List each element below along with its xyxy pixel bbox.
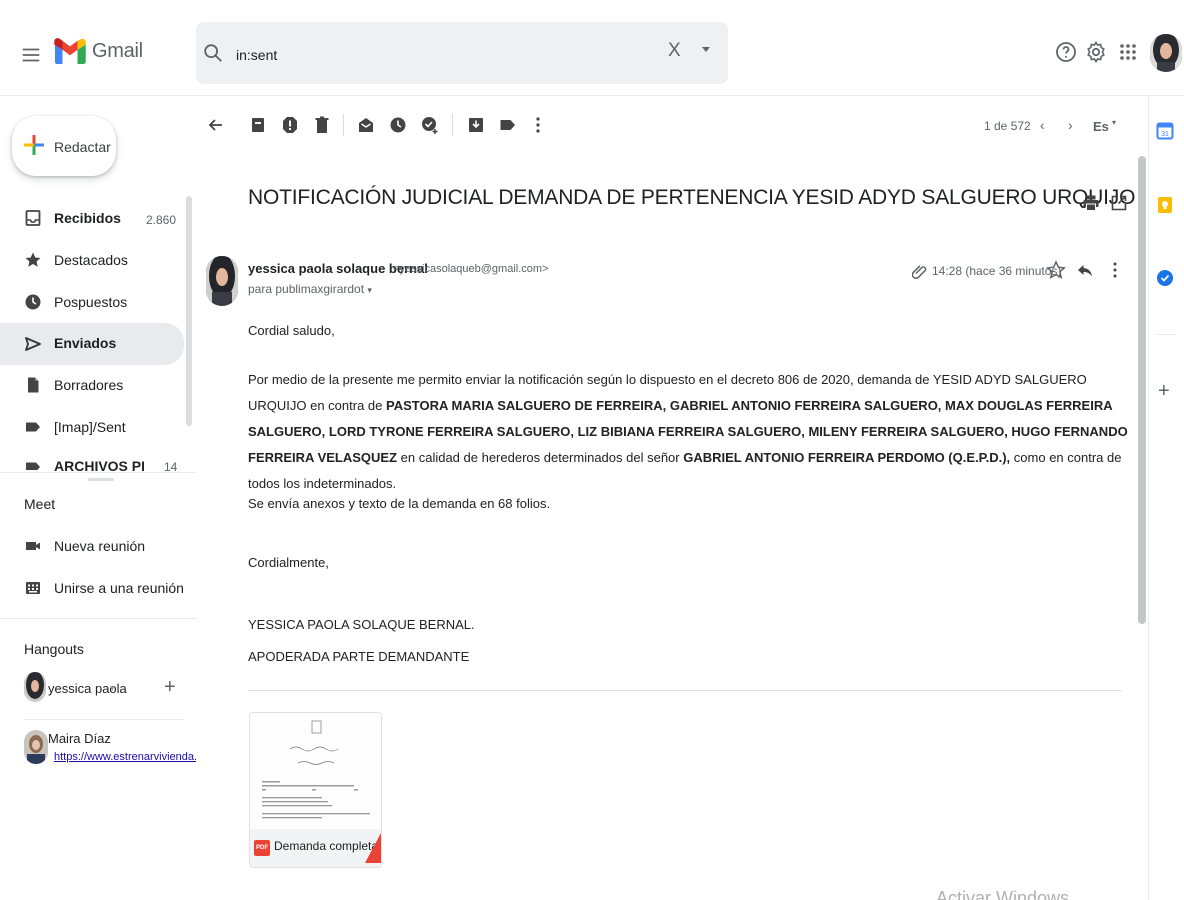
sidebar-scrollbar[interactable] [186, 196, 192, 426]
contact-status-link[interactable]: https://www.estrenarvivienda.com/vi [54, 751, 196, 763]
main-menu-icon[interactable] [20, 44, 42, 66]
label-tag-icon[interactable] [498, 115, 518, 135]
help-icon[interactable] [1054, 40, 1078, 64]
email-subject: NOTIFICACIÓN JUDICIAL DEMANDA DE PERTENE… [248, 186, 1136, 209]
delete-icon[interactable] [312, 115, 332, 135]
contact-avatar[interactable] [24, 730, 48, 764]
unread-count: 2.860 [146, 213, 177, 227]
report-spam-icon[interactable] [280, 115, 300, 135]
reply-icon[interactable] [1076, 261, 1094, 279]
settings-gear-icon[interactable] [1084, 40, 1108, 64]
snooze-clock-icon[interactable] [388, 115, 408, 135]
sidebar-item-label: Recibidos [54, 210, 121, 226]
inbox-icon [24, 209, 42, 227]
label-icon [24, 458, 42, 470]
side-panel [1148, 96, 1184, 900]
attachment-preview [250, 713, 381, 829]
hangouts-section-title: Hangouts [24, 641, 84, 657]
input-language-selector[interactable]: Es [1093, 119, 1109, 134]
divider [0, 618, 196, 619]
contact-name[interactable]: Maira Díaz [48, 731, 111, 746]
sidebar-item-label: Destacados [54, 252, 128, 268]
search-options-dropdown[interactable] [702, 47, 710, 52]
toolbar-divider [343, 114, 344, 136]
divider [1156, 334, 1176, 335]
compose-plus-icon [22, 133, 46, 157]
signature-name: YESSICA PAOLA SOLAQUE BERNAL. [248, 617, 475, 632]
attachments-divider [248, 690, 1122, 691]
email-main-paragraph: Por medio de la presente me permito envi… [248, 367, 1132, 497]
svg-text:31: 31 [1161, 131, 1169, 138]
language-dropdown-icon[interactable]: ▾ [1112, 118, 1116, 127]
sender-avatar[interactable] [206, 256, 238, 306]
hangouts-user-avatar[interactable] [24, 672, 46, 702]
divider [24, 719, 184, 720]
account-avatar[interactable] [1150, 34, 1182, 72]
keep-icon[interactable] [1156, 196, 1174, 214]
attachment-footer: PDF Demanda completa... [250, 829, 381, 867]
chevron-down-icon: ▾ [367, 285, 372, 295]
add-contact-icon[interactable]: + [164, 676, 176, 699]
move-to-icon[interactable] [466, 115, 486, 135]
mark-unread-icon[interactable] [356, 115, 376, 135]
new-meeting-label: Nueva reunión [54, 538, 146, 554]
status-dropdown-icon[interactable]: ▾ [110, 683, 115, 694]
recipient-text: para publimaxgirardot [248, 282, 365, 296]
attachment-indicator-icon [912, 263, 928, 279]
print-icon[interactable] [1082, 194, 1100, 212]
sender-email: <yessicasolaqueb@gmail.com> [393, 263, 549, 275]
clock-icon [24, 293, 42, 311]
clear-search-button[interactable]: X [668, 40, 681, 62]
meet-section-title: Meet [24, 496, 56, 512]
email-greeting: Cordial saludo, [248, 323, 335, 338]
recipient-details-dropdown[interactable]: para publimaxgirardot ▾ [248, 282, 372, 296]
label-icon [24, 418, 42, 436]
star-icon[interactable] [1046, 260, 1066, 280]
email-closing: Cordialmente, [248, 555, 329, 570]
join-meeting-label: Unirse a una reunión [54, 580, 184, 596]
paragraph-text: en calidad de herederos determinados del… [397, 450, 684, 465]
content-scrollbar[interactable] [1138, 156, 1146, 624]
toolbar-divider [452, 114, 453, 136]
attachment-card[interactable]: PDF Demanda completa... [249, 712, 382, 868]
unread-count: 14 [164, 460, 178, 472]
email-timestamp: 14:28 (hace 36 minutos) [932, 264, 1062, 278]
email-annex-line: Se envía anexos y texto de la demanda en… [248, 496, 551, 511]
signature-role: APODERADA PARTE DEMANDANTE [248, 649, 470, 664]
add-to-tasks-icon[interactable] [420, 115, 440, 135]
open-new-window-icon[interactable] [1110, 194, 1128, 212]
pdf-corner-icon [365, 833, 381, 863]
divider [0, 472, 196, 473]
chevron-right-icon[interactable]: › [1068, 117, 1073, 133]
sidebar-item-label: ARCHIVOS PERSO... [54, 458, 144, 472]
windows-activation-watermark: Activar Windows [936, 888, 1070, 900]
sidebar-item-label: Pospuestos [54, 294, 128, 310]
search-icon[interactable] [202, 42, 224, 64]
calendar-icon[interactable]: 31 [1156, 122, 1174, 140]
resize-handle[interactable] [88, 478, 114, 481]
star-icon [24, 251, 42, 269]
sidebar-item-label: Enviados [54, 335, 117, 351]
message-more-options-icon[interactable] [1106, 260, 1124, 280]
archive-icon[interactable] [248, 115, 268, 135]
paragraph-bold-text: GABRIEL ANTONIO FERREIRA PERDOMO (Q.E.P.… [683, 450, 1011, 465]
more-options-icon[interactable] [528, 115, 548, 135]
apps-grid-icon[interactable] [1116, 40, 1140, 64]
chevron-left-icon[interactable]: ‹ [1040, 117, 1045, 133]
keyboard-icon [24, 579, 42, 597]
search-input[interactable] [236, 44, 616, 66]
video-camera-icon [24, 537, 42, 555]
compose-label: Redactar [54, 139, 111, 155]
back-arrow-icon[interactable] [206, 115, 226, 135]
pagination-text: 1 de 572 [984, 119, 1031, 133]
send-icon [24, 335, 42, 353]
app-name[interactable]: Gmail [92, 40, 143, 63]
gmail-logo-icon[interactable] [52, 34, 88, 70]
sidebar-item-label: Borradores [54, 377, 124, 393]
sidebar-item-label: [Imap]/Sent [54, 419, 126, 435]
get-addons-icon[interactable]: + [1158, 380, 1170, 403]
pdf-file-icon: PDF [254, 840, 270, 856]
draft-icon [24, 376, 42, 394]
tasks-icon[interactable] [1156, 269, 1174, 287]
